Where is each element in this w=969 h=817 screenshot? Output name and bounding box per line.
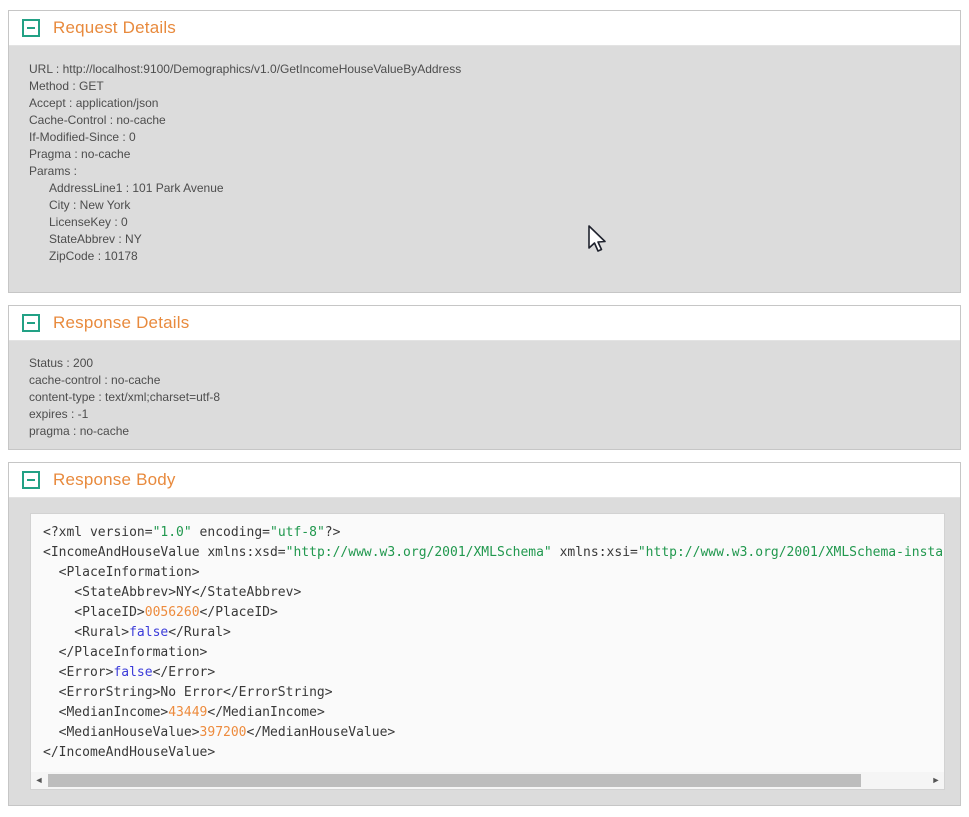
xml-code: <?xml version="1.0" encoding="utf-8"?><I… <box>31 514 944 772</box>
panel-title: Response Details <box>53 313 189 333</box>
code-line: <PlaceID>0056260</PlaceID> <box>43 603 944 623</box>
detail-line: If-Modified-Since : 0 <box>29 129 940 146</box>
code-line: <Rural>false</Rural> <box>43 623 944 643</box>
scrollbar-thumb[interactable] <box>48 774 861 787</box>
panel-title: Request Details <box>53 18 176 38</box>
detail-line: expires : -1 <box>29 406 940 423</box>
minus-glyph <box>27 27 35 29</box>
collapse-minus-icon[interactable] <box>22 471 40 489</box>
code-line: <MedianHouseValue>397200</MedianHouseVal… <box>43 723 944 743</box>
response-body-header[interactable]: Response Body <box>9 463 960 498</box>
code-line: <Error>false</Error> <box>43 663 944 683</box>
minus-glyph <box>27 322 35 324</box>
detail-line: Method : GET <box>29 78 940 95</box>
detail-line: cache-control : no-cache <box>29 372 940 389</box>
response-body-panel: Response Body <?xml version="1.0" encodi… <box>8 462 961 806</box>
detail-line: LicenseKey : 0 <box>29 214 940 231</box>
scroll-right-arrow-icon[interactable]: ► <box>928 772 944 789</box>
detail-line: Params : <box>29 163 940 180</box>
minus-glyph <box>27 479 35 481</box>
code-line: <?xml version="1.0" encoding="utf-8"?> <box>43 523 944 543</box>
code-line: <StateAbbrev>NY</StateAbbrev> <box>43 583 944 603</box>
xml-code-box[interactable]: <?xml version="1.0" encoding="utf-8"?><I… <box>30 513 945 790</box>
request-detail-lines: URL : http://localhost:9100/Demographics… <box>29 61 940 265</box>
request-details-body: URL : http://localhost:9100/Demographics… <box>9 46 960 292</box>
horizontal-scrollbar[interactable]: ◄ ► <box>31 772 944 789</box>
detail-line: AddressLine1 : 101 Park Avenue <box>29 180 940 197</box>
code-line: <PlaceInformation> <box>43 563 944 583</box>
detail-line: StateAbbrev : NY <box>29 231 940 248</box>
detail-line: City : New York <box>29 197 940 214</box>
code-line: </IncomeAndHouseValue> <box>43 743 944 763</box>
detail-line: ZipCode : 10178 <box>29 248 940 265</box>
panel-title: Response Body <box>53 470 176 490</box>
collapse-minus-icon[interactable] <box>22 19 40 37</box>
detail-line: pragma : no-cache <box>29 423 940 440</box>
detail-line: Status : 200 <box>29 355 940 372</box>
response-body-content: <?xml version="1.0" encoding="utf-8"?><I… <box>9 498 960 805</box>
code-line: <ErrorString>No Error</ErrorString> <box>43 683 944 703</box>
response-detail-lines: Status : 200cache-control : no-cachecont… <box>29 355 940 440</box>
response-details-header[interactable]: Response Details <box>9 306 960 341</box>
detail-line: URL : http://localhost:9100/Demographics… <box>29 61 940 78</box>
request-details-panel: Request Details URL : http://localhost:9… <box>8 10 961 293</box>
detail-line: content-type : text/xml;charset=utf-8 <box>29 389 940 406</box>
code-line: </PlaceInformation> <box>43 643 944 663</box>
scroll-left-arrow-icon[interactable]: ◄ <box>31 772 47 789</box>
code-line: <IncomeAndHouseValue xmlns:xsd="http://w… <box>43 543 944 563</box>
request-details-header[interactable]: Request Details <box>9 11 960 46</box>
response-details-panel: Response Details Status : 200cache-contr… <box>8 305 961 450</box>
collapse-minus-icon[interactable] <box>22 314 40 332</box>
detail-line: Pragma : no-cache <box>29 146 940 163</box>
response-details-body: Status : 200cache-control : no-cachecont… <box>9 341 960 449</box>
detail-line: Cache-Control : no-cache <box>29 112 940 129</box>
code-line: <MedianIncome>43449</MedianIncome> <box>43 703 944 723</box>
detail-line: Accept : application/json <box>29 95 940 112</box>
